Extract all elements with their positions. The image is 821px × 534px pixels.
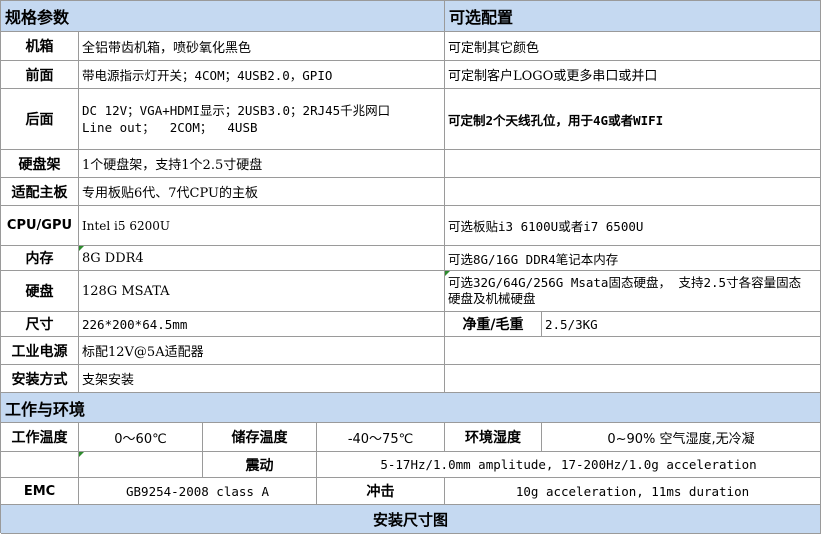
rear-option: 可定制2个天线孔位，用于4G或者WIFI	[445, 89, 821, 150]
env-header: 工作与环境	[1, 393, 821, 423]
weight-label: 净重/毛重	[445, 312, 542, 337]
rear-label: 后面	[1, 89, 79, 150]
power-label: 工业电源	[1, 337, 79, 365]
shock-label: 冲击	[317, 478, 445, 505]
install-header: 安装尺寸图	[1, 505, 821, 534]
vibration-blank-left	[1, 452, 79, 478]
vibration-blank-cell	[79, 452, 203, 478]
spec-table: 规格参数 可选配置 机箱 全铝带齿机箱，喷砂氧化黑色 可定制其它颜色 前面 带电…	[0, 0, 821, 534]
drive-bay-value: 1个硬盘架，支持1个2.5寸硬盘	[79, 150, 445, 178]
drive-bay-label: 硬盘架	[1, 150, 79, 178]
power-value: 标配12V@5A适配器	[79, 337, 445, 365]
cpu-value: Intel i5 6200U	[79, 206, 445, 246]
cpu-option: 可选板贴i3 6100U或者i7 6500U	[445, 206, 821, 246]
vibration-value: 5-17Hz/1.0mm amplitude, 17-200Hz/1.0g ac…	[317, 452, 821, 478]
disk-label: 硬盘	[1, 271, 79, 312]
vibration-label: 震动	[203, 452, 317, 478]
mount-value: 支架安装	[79, 365, 445, 393]
mount-option	[445, 365, 821, 393]
humidity-value: 0~90% 空气湿度,无冷凝	[542, 423, 821, 452]
work-temp-label: 工作温度	[1, 423, 79, 452]
rear-value: DC 12V；VGA+HDMI显示；2USB3.0；2RJ45千兆网口 Line…	[79, 89, 445, 150]
board-option	[445, 178, 821, 206]
options-header: 可选配置	[445, 1, 821, 32]
front-label: 前面	[1, 61, 79, 89]
memory-label: 内存	[1, 246, 79, 271]
disk-value: 128G MSATA	[79, 271, 445, 312]
disk-option: 可选32G/64G/256G Msata固态硬盘， 支持2.5寸各容量固态硬盘及…	[445, 271, 821, 312]
memory-value: 8G DDR4	[79, 246, 445, 271]
mount-label: 安装方式	[1, 365, 79, 393]
case-value: 全铝带齿机箱，喷砂氧化黑色	[79, 32, 445, 61]
drive-bay-option	[445, 150, 821, 178]
case-option: 可定制其它颜色	[445, 32, 821, 61]
emc-value: GB9254-2008 class A	[79, 478, 317, 505]
size-label: 尺寸	[1, 312, 79, 337]
memory-option: 可选8G/16G DDR4笔记本内存	[445, 246, 821, 271]
board-label: 适配主板	[1, 178, 79, 206]
case-label: 机箱	[1, 32, 79, 61]
spec-header: 规格参数	[1, 1, 445, 32]
front-option: 可定制客户LOGO或更多串口或并口	[445, 61, 821, 89]
rear-value-line1: DC 12V；VGA+HDMI显示；2USB3.0；2RJ45千兆网口	[82, 103, 391, 118]
storage-temp-label: 储存温度	[203, 423, 317, 452]
weight-value: 2.5/3KG	[542, 312, 821, 337]
work-temp-value: 0～60℃	[79, 423, 203, 452]
emc-label: EMC	[1, 478, 79, 505]
shock-value: 10g acceleration, 11ms duration	[445, 478, 821, 505]
rear-value-line2: Line out； 2COM； 4USB	[82, 120, 258, 135]
board-value: 专用板贴6代、7代CPU的主板	[79, 178, 445, 206]
front-value: 带电源指示灯开关；4COM；4USB2.0，GPIO	[79, 61, 445, 89]
cpu-label: CPU/GPU	[1, 206, 79, 246]
humidity-label: 环境湿度	[445, 423, 542, 452]
size-value: 226*200*64.5mm	[79, 312, 445, 337]
power-option	[445, 337, 821, 365]
storage-temp-value: -40～75℃	[317, 423, 445, 452]
